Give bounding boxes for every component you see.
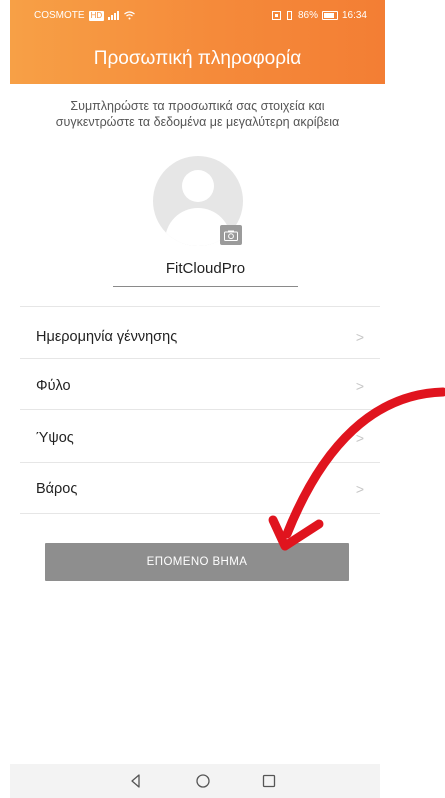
status-bar: COSMOTE HD 86% 16:34: [10, 0, 385, 28]
field-row-weight[interactable]: Βάρος >: [20, 464, 380, 514]
nfc-icon: [271, 11, 281, 20]
back-icon[interactable]: [127, 772, 145, 790]
hd-badge: HD: [88, 10, 105, 21]
name-underline: [113, 286, 298, 287]
field-label: Βάρος: [36, 481, 78, 497]
wifi-icon: [124, 11, 135, 20]
system-nav-bar: [10, 764, 380, 798]
page-title: Προσωπική πληροφορία: [93, 48, 302, 69]
field-row-height[interactable]: Ύψος >: [20, 413, 380, 463]
divider: [20, 513, 380, 514]
signal-icon: [108, 11, 120, 20]
chevron-right-icon: >: [355, 481, 364, 497]
clock-time: 16:34: [341, 10, 367, 21]
chevron-right-icon: >: [355, 329, 364, 345]
vibrate-icon: [286, 11, 292, 20]
intro-line-2: συγκεντρώστε τα δεδομένα με μεγαλύτερη α…: [55, 115, 340, 129]
divider: [20, 462, 380, 463]
intro-line-1: Συμπληρώστε τα προσωπικά σας στοιχεία κα…: [70, 99, 325, 113]
field-row-birthdate[interactable]: Ημερομηνία γέννησης >: [20, 312, 380, 362]
camera-icon[interactable]: [220, 225, 242, 245]
field-row-gender[interactable]: Φύλο >: [20, 361, 380, 411]
next-step-button[interactable]: ΕΠΟΜΕΝΟ ΒΗΜΑ: [45, 543, 349, 581]
divider: [20, 409, 380, 410]
battery-percent: 86%: [297, 10, 318, 21]
chevron-right-icon: >: [355, 430, 364, 446]
phone-screen: COSMOTE HD 86% 16:34 Προσωπική πληροφορί…: [10, 0, 385, 798]
recents-icon[interactable]: [260, 772, 278, 790]
field-label: Φύλο: [36, 378, 71, 394]
divider: [20, 306, 380, 307]
carrier-name: COSMOTE: [34, 10, 85, 21]
app-header: COSMOTE HD 86% 16:34 Προσωπική πληροφορί…: [10, 0, 385, 84]
divider: [20, 358, 380, 359]
home-icon[interactable]: [194, 772, 212, 790]
avatar-head-shape: [182, 170, 214, 202]
field-label: Ημερομηνία γέννησης: [36, 329, 178, 345]
profile-name[interactable]: FitCloudPro: [113, 260, 298, 277]
field-label: Ύψος: [36, 430, 74, 446]
battery-icon: [321, 11, 338, 20]
intro-text: Συμπληρώστε τα προσωπικά σας στοιχεία κα…: [10, 98, 385, 130]
chevron-right-icon: >: [355, 378, 364, 394]
